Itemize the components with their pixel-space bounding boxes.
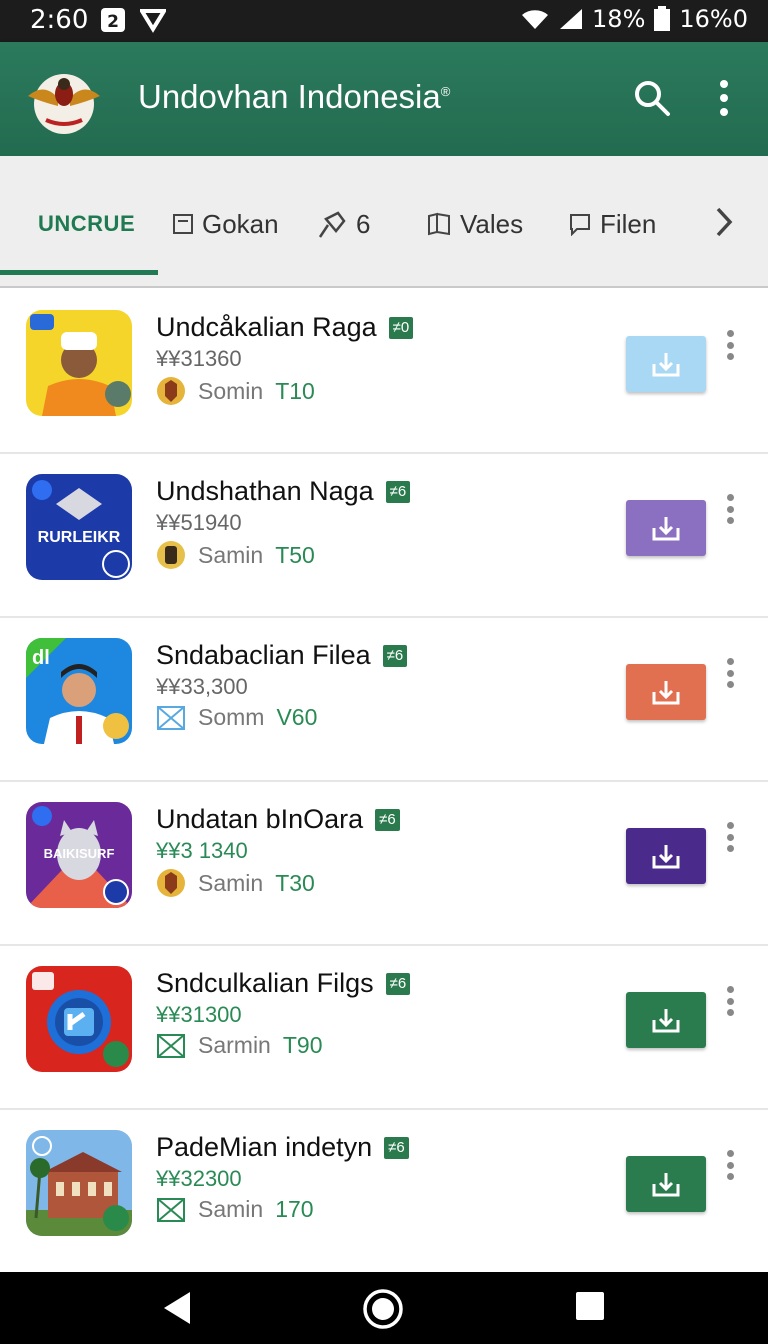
app-title: Sndabaclian Filea ≠6 <box>156 640 408 671</box>
svg-text:2: 2 <box>107 12 119 32</box>
more-options-icon[interactable] <box>722 658 738 688</box>
tab-vales[interactable]: Vales <box>426 204 523 244</box>
app-price: ¥¥32300 <box>156 1166 242 1191</box>
envelope-icon <box>157 705 185 730</box>
app-meta: Somin T10 <box>156 376 315 406</box>
battery-text: 16%0 <box>679 5 748 33</box>
app-icon-purple-cat: BAIKISURF <box>26 802 132 908</box>
tab-6[interactable]: 6 <box>316 204 370 244</box>
rating-badge: ≠6 <box>384 1136 409 1159</box>
rating-badge: ≠6 <box>385 972 411 995</box>
battery-icon <box>654 6 671 31</box>
rating-badge: ≠6 <box>385 480 411 503</box>
download-icon <box>652 845 680 869</box>
app-meta: Samin T30 <box>156 868 315 898</box>
install-button[interactable] <box>626 664 706 720</box>
app-notification-icon: 2 <box>101 8 125 32</box>
list-item[interactable]: RURLEIKR Undshathan Naga ≠6 ¥¥51940 Samin… <box>0 454 768 618</box>
app-icon-blue-badge: RURLEIKR <box>26 474 132 580</box>
overflow-menu-icon[interactable] <box>712 78 736 118</box>
wifi-icon <box>522 10 549 30</box>
app-title: Undatan bInOara ≠6 <box>156 804 400 835</box>
more-options-icon[interactable] <box>722 986 738 1016</box>
app-title: Sndculkalian Filgs ≠6 <box>156 968 411 999</box>
download-icon <box>652 681 680 705</box>
install-button[interactable] <box>626 336 706 392</box>
status-bar: 2:60 2 18% 16%0 <box>0 0 768 42</box>
more-options-icon[interactable] <box>722 330 738 360</box>
list-item[interactable]: Undcåkalian Raga ≠0 ¥¥31360 Somin T10 <box>0 290 768 454</box>
app-price: ¥¥51940 <box>156 510 242 535</box>
install-button[interactable] <box>626 828 706 884</box>
download-notification-icon <box>140 9 166 33</box>
emblem-icon <box>157 377 185 405</box>
app-icon-green-portrait: dl <box>26 638 132 744</box>
tab-filen[interactable]: Filen <box>568 204 656 244</box>
app-icon-yellow-portrait <box>26 310 132 416</box>
search-icon[interactable] <box>632 78 672 118</box>
app-title: Undshathan Naga ≠6 <box>156 476 411 507</box>
signal-percent: 18% <box>592 5 646 33</box>
app-icon-building <box>26 1130 132 1236</box>
app-price: ¥¥3 1340 <box>156 838 248 863</box>
svg-text:BAIKISURF: BAIKISURF <box>44 846 115 861</box>
app-logo <box>28 74 100 134</box>
rating-badge: ≠6 <box>375 808 400 831</box>
navigation-bar <box>0 1272 768 1344</box>
app-title: PadeMian indetyn ≠6 <box>156 1132 409 1163</box>
tab-indicator <box>0 270 158 275</box>
svg-text:dl: dl <box>32 647 50 669</box>
install-button[interactable] <box>626 1156 706 1212</box>
list-item[interactable]: dl Sndabaclian Filea ≠6 ¥¥33,300 Somm V60 <box>0 618 768 782</box>
app-price: ¥¥33,300 <box>156 674 248 699</box>
list-item[interactable]: BAIKISURF Undatan bInOara ≠6 ¥¥3 1340 Sam… <box>0 782 768 946</box>
app-meta: Samin 170 <box>156 1196 314 1223</box>
more-options-icon[interactable] <box>722 1150 738 1180</box>
emblem-icon <box>157 869 185 897</box>
tab-bar: UNCRUE Gokan 6 Vales Filen <box>0 156 768 288</box>
app-list: Undcåkalian Raga ≠0 ¥¥31360 Somin T10 RURL… <box>0 290 768 1274</box>
back-icon[interactable] <box>160 1288 196 1328</box>
card-icon <box>173 214 193 234</box>
emblem-icon <box>157 541 185 569</box>
envelope-icon <box>157 1033 185 1058</box>
more-options-icon[interactable] <box>722 822 738 852</box>
download-icon <box>652 353 680 377</box>
list-item[interactable]: Sndculkalian Filgs ≠6 ¥¥31300 Sarmin T90 <box>0 946 768 1110</box>
app-price: ¥¥31300 <box>156 1002 242 1027</box>
app-title: Undcåkalian Raga ≠0 <box>156 312 414 343</box>
download-icon <box>652 517 680 541</box>
install-button[interactable] <box>626 500 706 556</box>
app-meta: Samin T50 <box>156 540 315 570</box>
install-button[interactable] <box>626 992 706 1048</box>
more-options-icon[interactable] <box>722 494 738 524</box>
rating-badge: ≠6 <box>382 644 408 667</box>
app-meta: Sarmin T90 <box>156 1032 323 1059</box>
book-icon <box>428 212 450 236</box>
recents-icon[interactable] <box>574 1288 606 1320</box>
chat-icon <box>570 214 590 236</box>
download-icon <box>652 1173 680 1197</box>
app-icon-red-camera <box>26 966 132 1072</box>
status-time: 2:60 <box>30 5 89 35</box>
app-price: ¥¥31360 <box>156 346 242 371</box>
svg-text:RURLEIKR: RURLEIKR <box>38 529 121 546</box>
tab-uncrue[interactable]: UNCRUE <box>38 204 135 244</box>
chevron-right-icon[interactable] <box>710 206 738 238</box>
app-title: Undovhan Indonesia® <box>138 78 451 115</box>
envelope-icon <box>157 1197 185 1222</box>
home-icon[interactable] <box>362 1288 404 1330</box>
cell-signal-icon <box>560 9 583 29</box>
list-item[interactable]: PadeMian indetyn ≠6 ¥¥32300 Samin 170 <box>0 1110 768 1274</box>
rating-badge: ≠0 <box>388 316 414 339</box>
pin-icon <box>318 211 346 238</box>
tab-gokan[interactable]: Gokan <box>172 204 279 244</box>
app-meta: Somm V60 <box>156 704 317 731</box>
download-icon <box>652 1009 680 1033</box>
app-bar: Undovhan Indonesia® <box>0 42 768 156</box>
